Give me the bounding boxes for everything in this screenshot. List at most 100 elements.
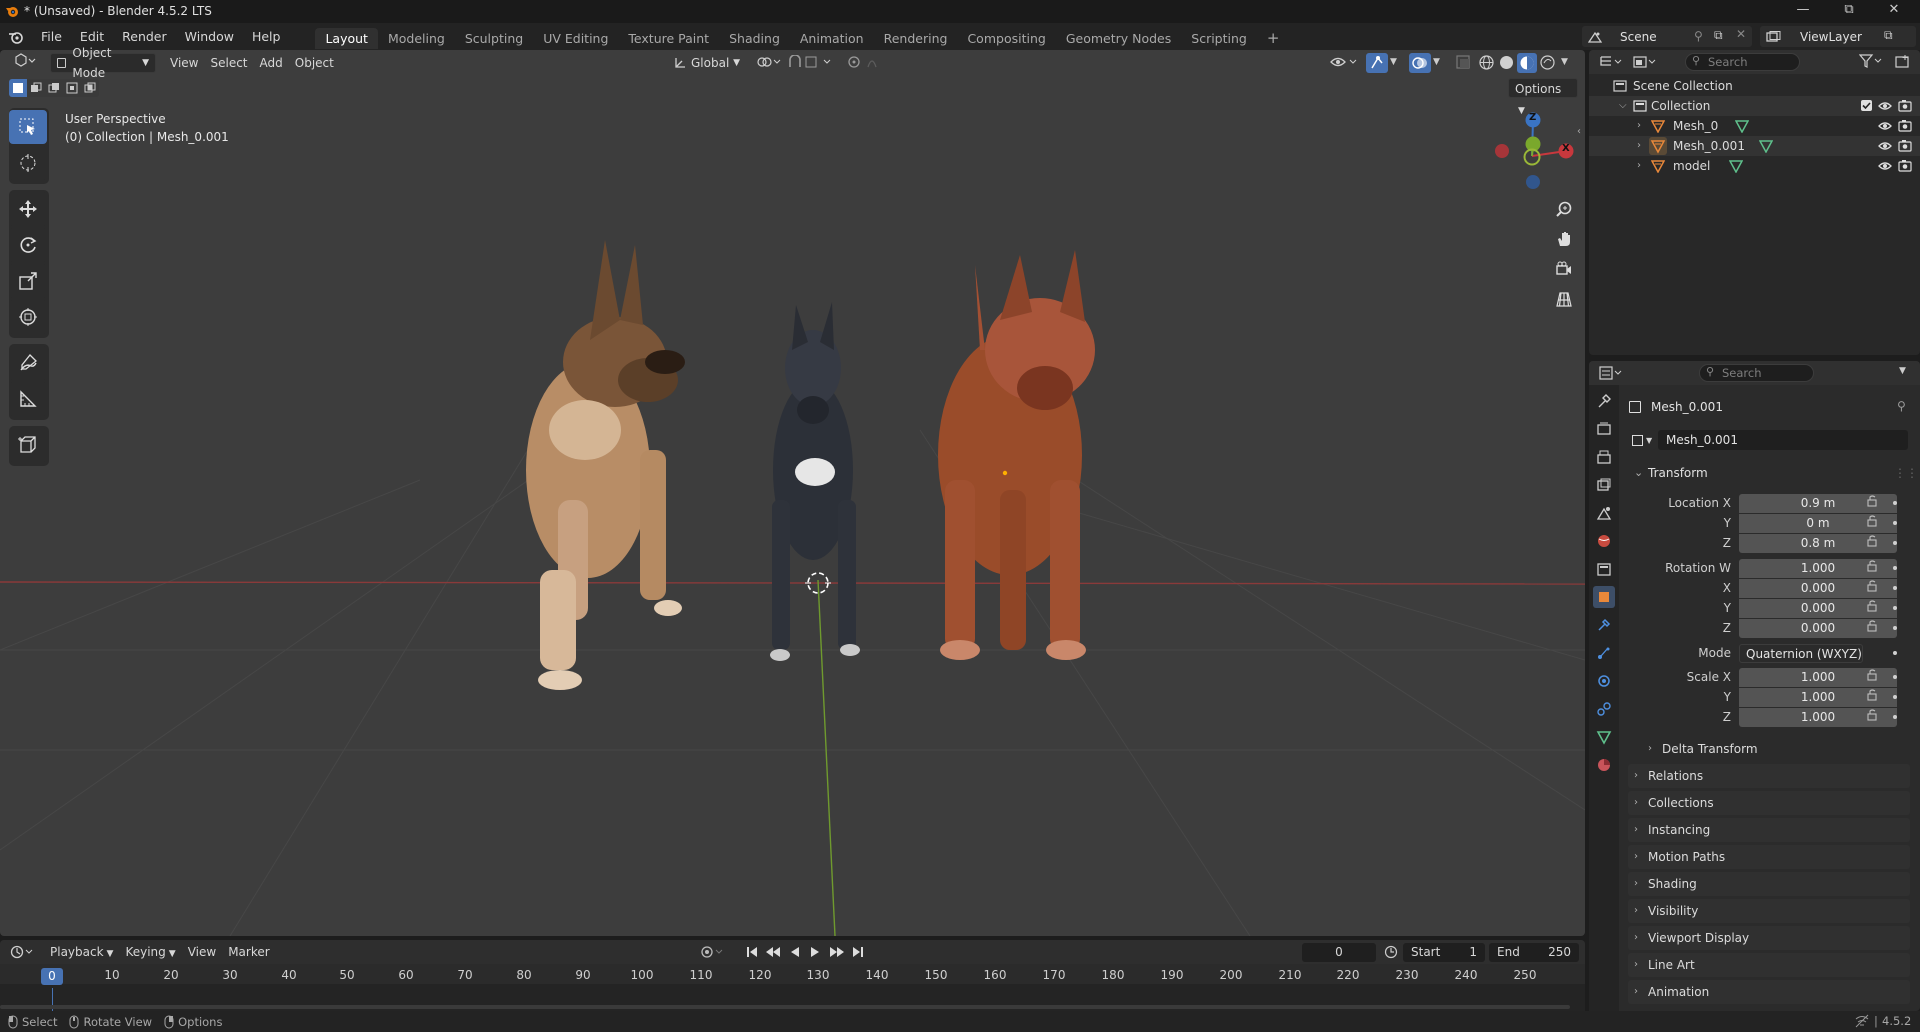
select-new-icon[interactable] [9, 79, 27, 97]
jump-to-start-icon[interactable] [745, 945, 759, 959]
viewport-menu-view[interactable]: View [164, 53, 204, 73]
panel-animation[interactable]: › Animation [1628, 980, 1910, 1004]
transform-tool[interactable] [9, 300, 47, 334]
outliner-item-mesh-0-001[interactable]: › Mesh_0.001 [1589, 136, 1920, 156]
select-subtract-icon[interactable] [45, 79, 63, 97]
camera-view-icon[interactable] [1550, 254, 1578, 284]
scene-selector[interactable]: Scene ⚲ ⧉ ✕ [1582, 26, 1752, 47]
panel-collections[interactable]: › Collections [1628, 791, 1910, 815]
rotation-mode-dropdown[interactable]: Quaternion (WXYZ) ▼ [1739, 644, 1863, 680]
render-tab-icon[interactable] [1593, 418, 1615, 440]
close-window-button[interactable]: ✕ [1876, 2, 1912, 20]
start-frame-field[interactable]: Start 1 [1403, 943, 1485, 962]
solid-shading-icon[interactable] [1499, 55, 1514, 70]
collection-tab-icon[interactable] [1593, 558, 1615, 580]
annotate-tool[interactable] [9, 346, 47, 380]
tab-animation[interactable]: Animation [790, 28, 874, 49]
pivot-point-icon[interactable] [756, 55, 782, 69]
black-dog-mesh[interactable] [770, 302, 860, 661]
preview-range-clock-icon[interactable] [1384, 945, 1398, 959]
visibility-eye-icon[interactable] [1878, 139, 1892, 153]
navigation-gizmo[interactable]: Z X [1480, 108, 1580, 200]
tab-compositing[interactable]: Compositing [957, 28, 1055, 49]
delta-transform-header[interactable]: › Delta Transform [1640, 738, 1910, 760]
playhead-frame-indicator[interactable]: 0 [41, 968, 63, 985]
tab-shading[interactable]: Shading [719, 28, 790, 49]
physics-tab-icon[interactable] [1593, 670, 1615, 692]
gizmo-neg-z-axis[interactable] [1526, 175, 1540, 189]
world-tab-icon[interactable] [1593, 530, 1615, 552]
panel-relations[interactable]: › Relations [1628, 764, 1910, 788]
measure-tool[interactable] [9, 382, 47, 416]
outliner-search-input[interactable]: Search [1685, 53, 1800, 71]
tab-geometry-nodes[interactable]: Geometry Nodes [1056, 28, 1181, 49]
visibility-eye-icon[interactable] [1878, 119, 1892, 133]
menu-file[interactable]: File [32, 23, 71, 50]
select-box-tool[interactable] [9, 110, 47, 144]
select-intersect-icon[interactable] [81, 79, 99, 97]
gizmo-dropdown-icon[interactable]: ▼ [1390, 57, 1397, 67]
object-mode-dropdown[interactable]: Object Mode ▼ [50, 46, 156, 80]
filter-icon[interactable] [1859, 54, 1885, 68]
menu-help[interactable]: Help [243, 23, 290, 50]
viewport-menu-object[interactable]: Object [289, 53, 340, 73]
tab-rendering[interactable]: Rendering [874, 28, 958, 49]
wireframe-shading-icon[interactable] [1479, 55, 1494, 70]
overlays-toggle-icon[interactable] [1409, 53, 1431, 73]
end-frame-field[interactable]: End 250 [1489, 943, 1579, 962]
material-preview-shading-icon[interactable] [1517, 53, 1537, 73]
display-mode-icon[interactable] [1633, 55, 1659, 69]
add-workspace-icon[interactable]: + [1257, 28, 1290, 49]
rotate-tool[interactable] [9, 228, 47, 262]
tab-scripting[interactable]: Scripting [1181, 28, 1257, 49]
render-camera-icon[interactable] [1898, 139, 1912, 153]
mesh-data-icon[interactable] [1729, 159, 1743, 173]
object-name-field[interactable]: Mesh_0.001 [1658, 430, 1908, 450]
tool-tab-icon[interactable] [1593, 390, 1615, 412]
add-cube-tool[interactable] [9, 428, 47, 462]
move-tool[interactable] [9, 192, 47, 226]
tab-uv-editing[interactable]: UV Editing [533, 28, 618, 49]
auto-keying-icon[interactable] [700, 945, 726, 959]
modifier-tab-icon[interactable] [1593, 614, 1615, 636]
maximize-button[interactable]: ⧉ [1831, 2, 1867, 20]
play-reverse-icon[interactable] [788, 945, 802, 959]
viewport-options-dropdown[interactable]: Options ▼ [1508, 78, 1578, 116]
panel-visibility[interactable]: › Visibility [1628, 899, 1910, 923]
transform-orientation-dropdown[interactable]: Global ▼ [668, 53, 746, 73]
jump-to-keyframe-back-icon[interactable] [765, 945, 781, 959]
tab-modeling[interactable]: Modeling [378, 28, 455, 49]
render-camera-icon[interactable] [1898, 99, 1912, 113]
panel-viewport-display[interactable]: › Viewport Display [1628, 926, 1910, 950]
xray-toggle-icon[interactable] [1456, 55, 1470, 69]
lock-icons[interactable] [1866, 494, 1906, 734]
delete-scene-icon[interactable]: ✕ [1736, 27, 1746, 41]
transform-panel-header[interactable]: ⌄ Transform ⋮⋮ [1628, 461, 1918, 485]
editor-type-icon[interactable] [8, 53, 42, 73]
outliner-scene-collection[interactable]: Scene Collection [1589, 76, 1920, 96]
tab-texture-paint[interactable]: Texture Paint [618, 28, 719, 49]
proportional-editing-icon[interactable] [848, 55, 892, 69]
data-tab-icon[interactable] [1593, 726, 1615, 748]
scene-tab-icon[interactable] [1593, 502, 1615, 524]
brown-dog-mesh[interactable] [938, 250, 1095, 660]
properties-search-input[interactable]: Search [1699, 364, 1814, 382]
jump-to-end-icon[interactable] [851, 945, 865, 959]
chevron-down-icon[interactable]: ▼ [1899, 366, 1906, 376]
drag-handle-icon[interactable]: ⋮⋮ [1894, 461, 1918, 485]
object-browse-icon[interactable]: ▼ [1628, 430, 1656, 450]
view-layer-tab-icon[interactable] [1593, 474, 1615, 496]
german-shepherd-mesh[interactable] [526, 240, 685, 690]
visibility-eye-icon[interactable] [1878, 99, 1892, 113]
outliner-editor-type-icon[interactable] [1599, 55, 1625, 69]
timeline-menu-keying[interactable]: Keying ▼ [119, 942, 181, 962]
select-extend-icon[interactable] [27, 79, 45, 97]
render-camera-icon[interactable] [1898, 159, 1912, 173]
view-layer-selector[interactable]: ViewLayer ⧉ [1760, 26, 1916, 47]
zoom-icon[interactable] [1550, 194, 1578, 224]
chevron-right-icon[interactable]: › [1637, 116, 1641, 136]
outliner-item-model[interactable]: › model [1589, 156, 1920, 176]
particles-tab-icon[interactable] [1593, 642, 1615, 664]
snap-icon[interactable] [788, 55, 840, 69]
mesh-data-icon[interactable] [1759, 139, 1773, 153]
